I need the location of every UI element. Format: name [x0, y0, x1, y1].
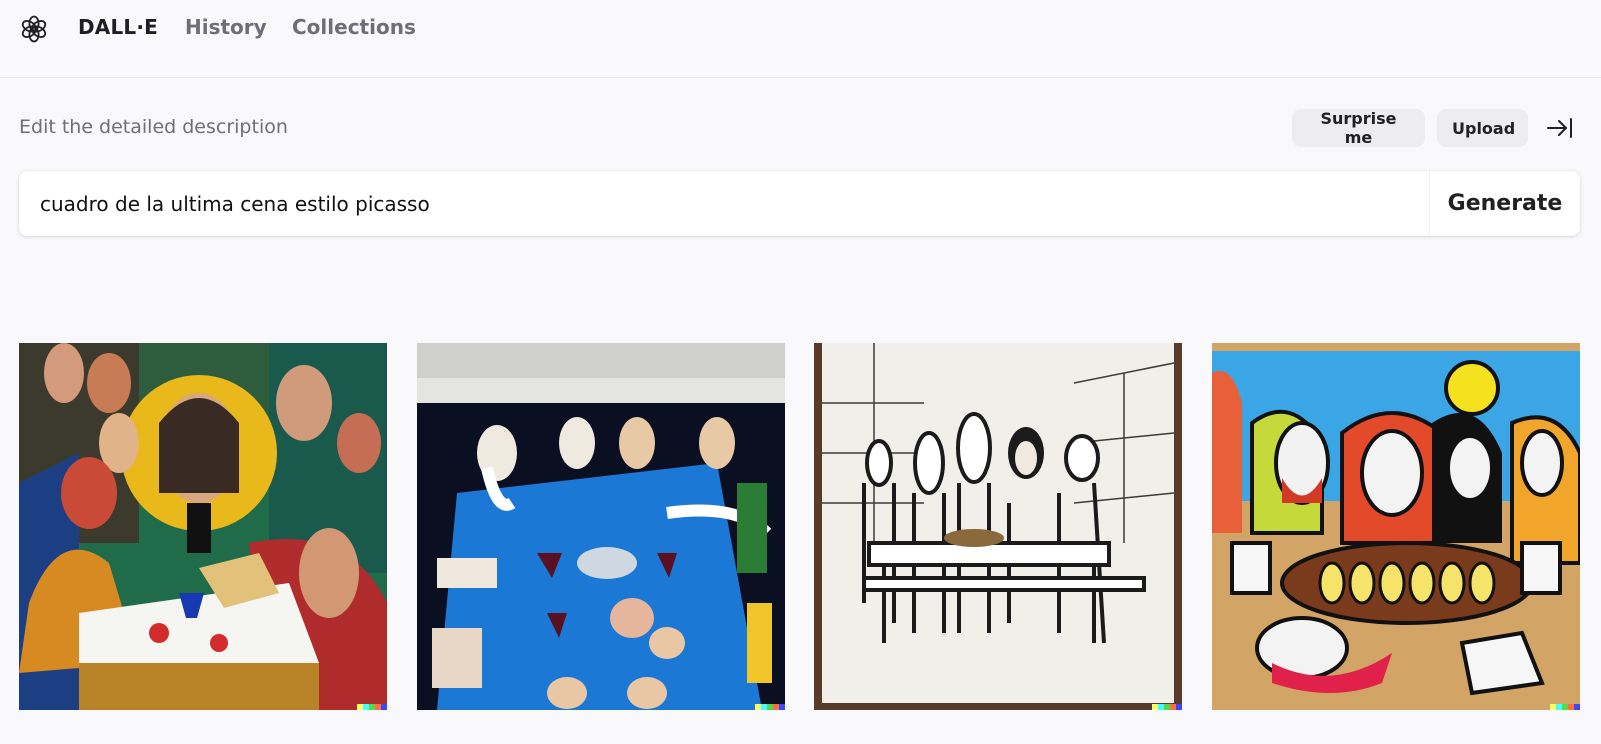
generated-image-1[interactable] — [19, 343, 387, 710]
watermark — [1550, 704, 1580, 710]
watermark — [357, 704, 387, 710]
nav-collections[interactable]: Collections — [292, 15, 416, 39]
upload-button[interactable]: Upload — [1437, 109, 1528, 147]
generated-image-2[interactable] — [417, 343, 785, 710]
generated-image-icon — [19, 343, 387, 710]
generated-image-3[interactable] — [814, 343, 1182, 710]
prompt-input[interactable] — [19, 171, 1429, 236]
generated-image-4[interactable] — [1212, 343, 1580, 710]
top-nav-bar: DALL·E History Collections — [0, 0, 1601, 78]
prompt-label: Edit the detailed description — [19, 116, 288, 138]
generated-image-icon — [814, 343, 1182, 710]
openai-logo-icon[interactable] — [18, 13, 50, 45]
brand-title[interactable]: DALL·E — [78, 15, 158, 39]
generated-image-icon — [417, 343, 785, 710]
generate-button[interactable]: Generate — [1430, 171, 1580, 236]
watermark — [1152, 704, 1182, 710]
surprise-me-button[interactable]: Surprise me — [1292, 109, 1425, 147]
prompt-bar: Generate — [19, 171, 1580, 236]
collapse-panel-icon[interactable] — [1545, 114, 1575, 142]
nav-history[interactable]: History — [185, 15, 267, 39]
watermark — [755, 704, 785, 710]
generated-image-icon — [1212, 343, 1580, 710]
